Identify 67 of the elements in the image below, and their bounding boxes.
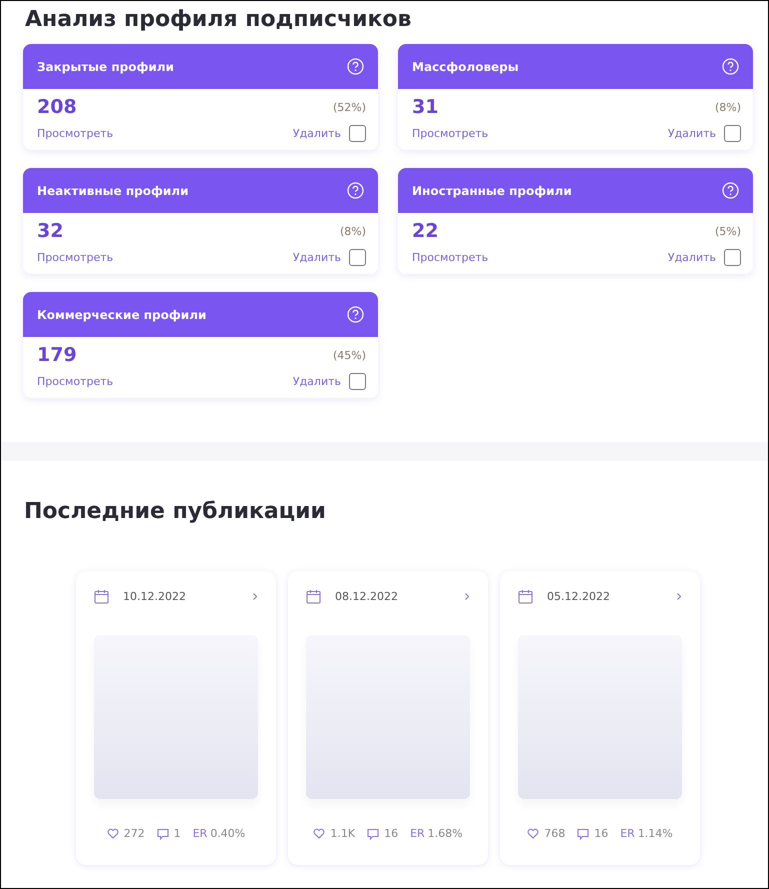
profile-count: 31 xyxy=(412,96,438,118)
heart-icon xyxy=(106,828,119,839)
calendar-icon xyxy=(518,588,533,604)
likes-count: 1.1K xyxy=(330,827,356,840)
post-card[interactable]: 08.12.2022 1.1K 16 ER 1.68% xyxy=(288,571,488,865)
help-icon[interactable] xyxy=(722,58,739,75)
help-icon[interactable] xyxy=(347,58,364,75)
view-link[interactable]: Просмотреть xyxy=(37,251,114,264)
percent-label: (52%) xyxy=(332,100,366,114)
card-title: Массфоловеры xyxy=(412,60,519,74)
section-title: Последние публикации xyxy=(24,499,327,524)
card-title: Иностранные профили xyxy=(412,184,572,198)
profile-count: 179 xyxy=(37,344,77,366)
view-link[interactable]: Просмотреть xyxy=(412,127,488,140)
help-icon[interactable] xyxy=(347,182,364,199)
percent-label: (8%) xyxy=(714,100,741,114)
card-title: Неактивные профили xyxy=(37,184,188,198)
chevron-right-icon xyxy=(464,592,470,600)
section-title: Анализ профиля подписчиков xyxy=(25,7,412,32)
heart-icon xyxy=(313,828,326,839)
er-value: 1.14% xyxy=(638,827,673,840)
likes-count: 768 xyxy=(544,827,566,840)
card-title: Коммерческие профили xyxy=(37,308,206,322)
er-label: ER xyxy=(410,827,425,840)
delete-label: Удалить xyxy=(292,375,341,388)
calendar-icon xyxy=(306,588,321,604)
delete-label: Удалить xyxy=(668,251,716,264)
delete-checkbox[interactable] xyxy=(349,125,366,142)
delete-checkbox[interactable] xyxy=(349,249,366,266)
comments-count: 1 xyxy=(174,827,181,840)
view-link[interactable]: Просмотреть xyxy=(37,127,114,140)
help-icon[interactable] xyxy=(722,182,739,199)
er-value: 0.40% xyxy=(210,827,246,840)
post-card[interactable]: 10.12.2022 272 1 ER 0.40% xyxy=(76,571,276,865)
view-link[interactable]: Просмотреть xyxy=(37,375,114,388)
post-date: 10.12.2022 xyxy=(123,590,187,602)
post-card[interactable]: 05.12.2022 768 16 ER 1.14% xyxy=(500,571,700,865)
chevron-right-icon xyxy=(676,592,682,600)
likes-count: 272 xyxy=(124,827,145,840)
delete-checkbox[interactable] xyxy=(349,373,366,390)
comment-icon xyxy=(577,828,590,840)
heart-icon xyxy=(527,828,540,839)
post-date: 08.12.2022 xyxy=(335,590,399,602)
comments-count: 16 xyxy=(594,827,608,840)
delete-label: Удалить xyxy=(292,251,341,264)
comment-icon xyxy=(367,828,380,840)
percent-label: (45%) xyxy=(332,348,366,362)
post-date: 05.12.2022 xyxy=(547,590,611,602)
profile-count: 22 xyxy=(412,220,438,242)
chevron-right-icon xyxy=(252,592,258,600)
profile-count: 208 xyxy=(37,96,77,118)
er-value: 1.68% xyxy=(428,827,463,840)
calendar-icon xyxy=(94,588,109,604)
view-link[interactable]: Просмотреть xyxy=(412,251,488,264)
percent-label: (5%) xyxy=(714,224,741,238)
comments-count: 16 xyxy=(384,827,398,840)
delete-checkbox[interactable] xyxy=(724,249,741,266)
delete-label: Удалить xyxy=(292,127,341,140)
delete-checkbox[interactable] xyxy=(724,125,741,142)
profile-count: 32 xyxy=(37,220,64,242)
er-label: ER xyxy=(192,827,208,840)
delete-label: Удалить xyxy=(668,127,716,140)
er-label: ER xyxy=(620,827,635,840)
help-icon[interactable] xyxy=(347,306,364,323)
percent-label: (8%) xyxy=(340,224,366,238)
card-title: Закрытые профили xyxy=(37,60,174,74)
comment-icon xyxy=(156,828,169,840)
